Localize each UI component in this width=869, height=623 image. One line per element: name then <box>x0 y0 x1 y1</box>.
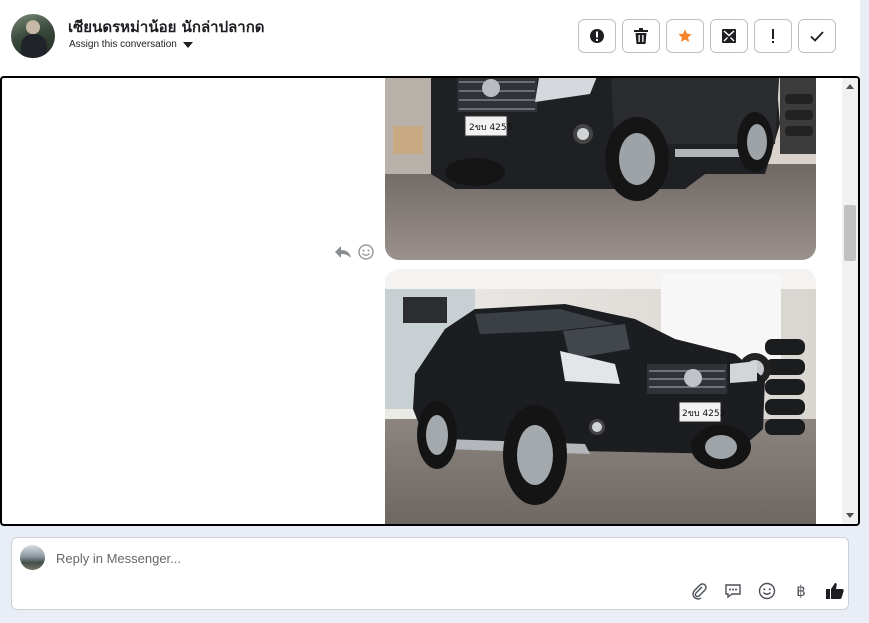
mark-unread-icon <box>722 29 736 43</box>
reply-icon[interactable] <box>334 245 352 259</box>
conversation-header: เซียนดรหม่าน้อย นักล่าปลากด Assign this … <box>0 0 860 76</box>
emoji-button[interactable] <box>756 580 778 602</box>
message-actions <box>334 244 374 260</box>
scroll-up-arrow[interactable] <box>846 84 854 89</box>
page-avatar <box>20 545 45 570</box>
truck-photo: 2ขบ 4255 <box>385 269 816 524</box>
done-button[interactable] <box>798 19 836 53</box>
alert-circle-icon <box>590 29 604 43</box>
star-icon <box>678 29 692 42</box>
scroll-thumb[interactable] <box>844 205 856 261</box>
chevron-down-icon <box>182 41 193 48</box>
header-actions <box>578 19 836 53</box>
thumbs-up-icon <box>826 583 844 599</box>
saved-reply-icon <box>725 584 741 599</box>
payment-button[interactable]: ฿ <box>790 580 812 602</box>
assign-dropdown[interactable]: Assign this conversation <box>69 39 193 50</box>
follow-up-button[interactable] <box>754 19 792 53</box>
thread-scrollbar[interactable] <box>842 78 858 524</box>
emoji-reaction-icon[interactable] <box>358 244 374 260</box>
truck-photo: 2ขบ 4255 <box>385 78 816 260</box>
license-plate: 2ขบ 4255 <box>682 409 725 419</box>
paperclip-icon <box>692 583 707 600</box>
composer-tools: ฿ <box>688 580 846 602</box>
message-image[interactable]: 2ขบ 4255 <box>385 78 816 260</box>
scroll-down-arrow[interactable] <box>846 513 854 518</box>
mark-unread-button[interactable] <box>710 19 748 53</box>
saved-reply-button[interactable] <box>722 580 744 602</box>
emoji-icon <box>758 582 776 600</box>
message-image[interactable]: 2ขบ 4255 <box>385 269 816 524</box>
reply-input[interactable] <box>56 547 656 569</box>
exclamation-icon <box>772 29 774 43</box>
contact-avatar[interactable] <box>11 14 55 58</box>
message-thread[interactable]: 2ขบ 4255 2ขบ 4255 <box>0 76 860 526</box>
assign-label: Assign this conversation <box>69 39 177 50</box>
like-button[interactable] <box>824 580 846 602</box>
baht-icon: ฿ <box>796 582 806 600</box>
star-button[interactable] <box>666 19 704 53</box>
trash-icon <box>634 28 648 44</box>
spam-button[interactable] <box>578 19 616 53</box>
contact-name[interactable]: เซียนดรหม่าน้อย นักล่าปลากด <box>68 15 265 39</box>
delete-button[interactable] <box>622 19 660 53</box>
svg-text:2ขบ 4255: 2ขบ 4255 <box>469 123 512 133</box>
reply-composer: ฿ <box>11 537 849 610</box>
attach-button[interactable] <box>688 580 710 602</box>
checkmark-icon <box>810 31 824 42</box>
